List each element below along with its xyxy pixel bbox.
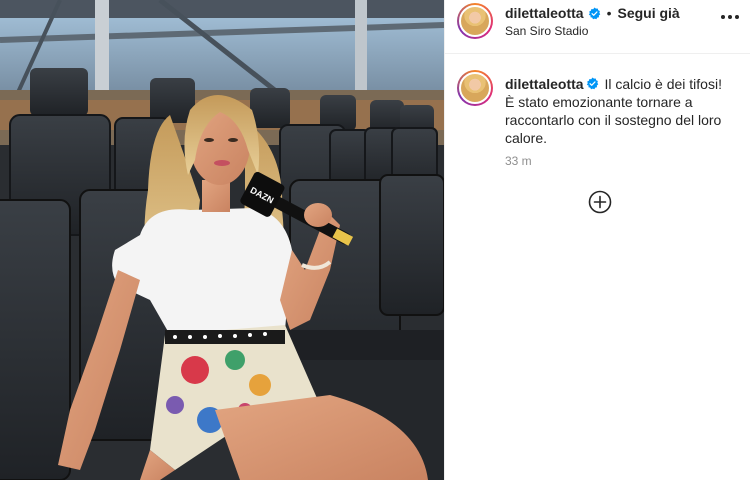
caption-avatar[interactable] — [457, 70, 493, 106]
post-timestamp[interactable]: 33 m — [505, 154, 532, 168]
header-avatar[interactable] — [457, 3, 493, 39]
post-photo-illustration: DAZN — [0, 0, 444, 480]
caption-username[interactable]: dilettaleotta — [505, 76, 584, 92]
post-sidebar: dilettaleotta • Segui già San Siro Stadi… — [444, 0, 750, 480]
header-separator: • — [606, 5, 612, 21]
verified-badge-icon — [586, 77, 598, 90]
header-user-line: dilettaleotta • Segui già — [505, 5, 680, 21]
post-location[interactable]: San Siro Stadio — [505, 24, 588, 38]
header-username[interactable]: dilettaleotta — [505, 5, 584, 21]
post-caption: dilettaleotta Il calcio è dei tifosi! È … — [505, 75, 735, 147]
post-photo[interactable]: DAZN — [0, 0, 444, 480]
plus-circle-icon[interactable] — [588, 190, 612, 214]
following-button[interactable]: Segui già — [617, 5, 679, 21]
more-options-icon[interactable] — [721, 14, 739, 20]
verified-badge-icon — [588, 7, 600, 19]
post-header: dilettaleotta • Segui già San Siro Stadi… — [445, 0, 750, 54]
